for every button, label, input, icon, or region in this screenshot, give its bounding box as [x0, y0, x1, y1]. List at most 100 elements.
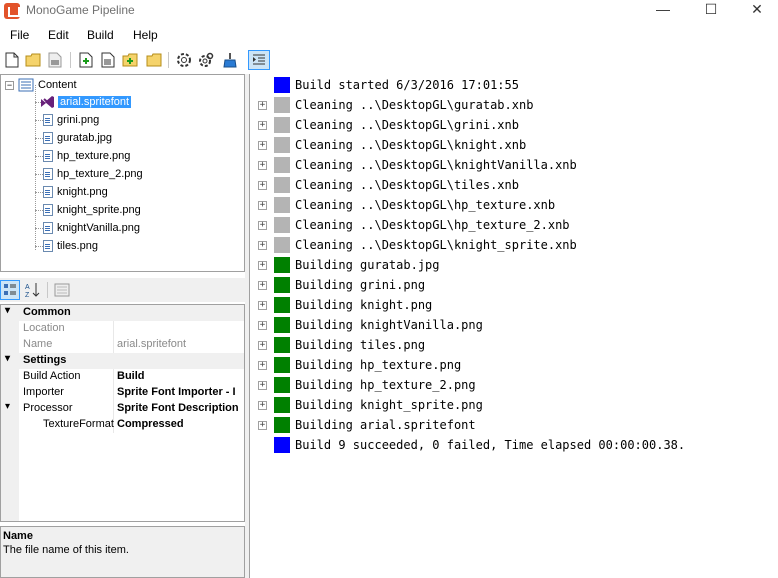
expand-icon[interactable]: +	[258, 101, 267, 110]
property-pages-icon[interactable]	[52, 280, 72, 300]
close-button[interactable]: ✕	[734, 0, 778, 22]
tree-item[interactable]: grini.png	[43, 111, 99, 129]
status-green-icon	[274, 377, 290, 393]
menu-build[interactable]: Build	[87, 28, 114, 42]
property-row[interactable]: Location	[1, 321, 244, 337]
property-value[interactable]: Sprite Font Description	[117, 402, 239, 414]
tree-item[interactable]: hp_texture.png	[43, 147, 130, 165]
property-category[interactable]: ▾ Settings	[1, 353, 244, 369]
expand-icon[interactable]: +	[258, 201, 267, 210]
tree-item[interactable]: knight_sprite.png	[43, 201, 141, 219]
tree-item[interactable]: arial.spritefont	[39, 93, 132, 111]
output-row[interactable]: + Building knightVanilla.png	[250, 315, 778, 335]
expand-icon[interactable]: +	[258, 341, 267, 350]
status-gray-icon	[274, 137, 290, 153]
rebuild-icon[interactable]	[197, 51, 215, 69]
tree-item[interactable]: knight.png	[43, 183, 108, 201]
expand-icon[interactable]: +	[258, 361, 267, 370]
minimize-button[interactable]: —	[640, 0, 686, 22]
filter-output-icon[interactable]	[248, 50, 270, 70]
build-icon[interactable]	[175, 51, 193, 69]
output-row[interactable]: + Building tiles.png	[250, 335, 778, 355]
status-gray-icon	[274, 177, 290, 193]
expand-icon[interactable]: +	[258, 121, 267, 130]
output-row[interactable]: + Building arial.spritefont	[250, 415, 778, 435]
tree-item[interactable]: hp_texture_2.png	[43, 165, 143, 183]
output-row[interactable]: + Cleaning ..\DesktopGL\knight.xnb	[250, 135, 778, 155]
expand-icon[interactable]: +	[258, 281, 267, 290]
status-gray-icon	[274, 117, 290, 133]
add-new-item-icon[interactable]	[77, 51, 95, 69]
property-row[interactable]: Importer Sprite Font Importer - I	[1, 385, 244, 401]
output-row[interactable]: + Cleaning ..\DesktopGL\hp_texture.xnb	[250, 195, 778, 215]
property-grid[interactable]: ▾ Common Location Name arial.spritefont …	[0, 304, 245, 522]
output-text: Cleaning ..\DesktopGL\tiles.xnb	[295, 178, 519, 192]
output-text: Cleaning ..\DesktopGL\hp_texture_2.xnb	[295, 218, 570, 232]
output-text: Building hp_texture_2.png	[295, 378, 476, 392]
collapse-arrow-icon[interactable]: ▾	[5, 401, 10, 412]
output-row[interactable]: + Building knight_sprite.png	[250, 395, 778, 415]
property-category[interactable]: ▾ Common	[1, 305, 244, 321]
output-row[interactable]: Build 9 succeeded, 0 failed, Time elapse…	[250, 435, 778, 455]
property-row[interactable]: TextureFormat Compressed	[1, 417, 244, 433]
categorized-icon[interactable]	[0, 280, 20, 300]
output-text: Building knightVanilla.png	[295, 318, 483, 332]
expand-icon[interactable]: +	[258, 301, 267, 310]
maximize-button[interactable]: ☐	[688, 0, 734, 22]
add-existing-folder-icon[interactable]	[145, 51, 163, 69]
output-row[interactable]: + Cleaning ..\DesktopGL\knight_sprite.xnb	[250, 235, 778, 255]
status-green-icon	[274, 417, 290, 433]
close-file-icon[interactable]	[46, 51, 64, 69]
property-row[interactable]: Build Action Build	[1, 369, 244, 385]
build-output[interactable]: Build started 6/3/2016 17:01:55 + Cleaning…	[249, 74, 778, 578]
menu-file[interactable]: File	[10, 28, 29, 42]
tree-item[interactable]: tiles.png	[43, 237, 98, 255]
new-folder-icon[interactable]	[121, 51, 139, 69]
expand-icon[interactable]: +	[258, 241, 267, 250]
collapse-arrow-icon[interactable]: ▾	[5, 353, 10, 364]
status-green-icon	[274, 317, 290, 333]
output-row[interactable]: + Building hp_texture_2.png	[250, 375, 778, 395]
tree-item[interactable]: guratab.jpg	[43, 129, 112, 147]
file-icon	[43, 132, 53, 144]
output-row[interactable]: + Cleaning ..\DesktopGL\grini.xnb	[250, 115, 778, 135]
project-tree[interactable]: − Content arial.spritefont grini.png gur…	[0, 74, 245, 272]
collapse-icon[interactable]: −	[5, 80, 14, 90]
file-icon	[43, 168, 53, 180]
property-row[interactable]: Name arial.spritefont	[1, 337, 244, 353]
expand-icon[interactable]: +	[258, 141, 267, 150]
expand-icon[interactable]: +	[258, 161, 267, 170]
expand-icon[interactable]: +	[258, 261, 267, 270]
clean-icon[interactable]	[221, 51, 239, 69]
property-value[interactable]: Compressed	[117, 418, 184, 430]
output-row[interactable]: Build started 6/3/2016 17:01:55	[250, 75, 778, 95]
expand-icon[interactable]: +	[258, 221, 267, 230]
open-folder-icon[interactable]	[24, 51, 42, 69]
new-file-icon[interactable]	[3, 51, 21, 69]
output-row[interactable]: + Cleaning ..\DesktopGL\knightVanilla.xnb	[250, 155, 778, 175]
output-row[interactable]: + Cleaning ..\DesktopGL\hp_texture_2.xnb	[250, 215, 778, 235]
output-row[interactable]: + Building knight.png	[250, 295, 778, 315]
property-row[interactable]: ▾ Processor Sprite Font Description	[1, 401, 244, 417]
output-row[interactable]: + Building grini.png	[250, 275, 778, 295]
expand-icon[interactable]: +	[258, 181, 267, 190]
output-row[interactable]: + Building guratab.jpg	[250, 255, 778, 275]
tree-item[interactable]: knightVanilla.png	[43, 219, 140, 237]
collapse-arrow-icon[interactable]: ▾	[5, 305, 10, 316]
property-value[interactable]: arial.spritefont	[117, 338, 186, 350]
alphabetical-sort-icon[interactable]: AZ	[23, 280, 43, 300]
output-row[interactable]: + Cleaning ..\DesktopGL\guratab.xnb	[250, 95, 778, 115]
expand-icon[interactable]: +	[258, 421, 267, 430]
add-existing-item-icon[interactable]	[99, 51, 117, 69]
file-icon	[43, 222, 53, 234]
menu-edit[interactable]: Edit	[48, 28, 69, 42]
property-value[interactable]: Build	[117, 370, 145, 382]
output-row[interactable]: + Building hp_texture.png	[250, 355, 778, 375]
menu-help[interactable]: Help	[133, 28, 158, 42]
property-value[interactable]: Sprite Font Importer - I	[117, 386, 236, 398]
output-row[interactable]: + Cleaning ..\DesktopGL\tiles.xnb	[250, 175, 778, 195]
expand-icon[interactable]: +	[258, 401, 267, 410]
expand-icon[interactable]: +	[258, 321, 267, 330]
tree-root[interactable]: − Content	[5, 76, 77, 94]
expand-icon[interactable]: +	[258, 381, 267, 390]
